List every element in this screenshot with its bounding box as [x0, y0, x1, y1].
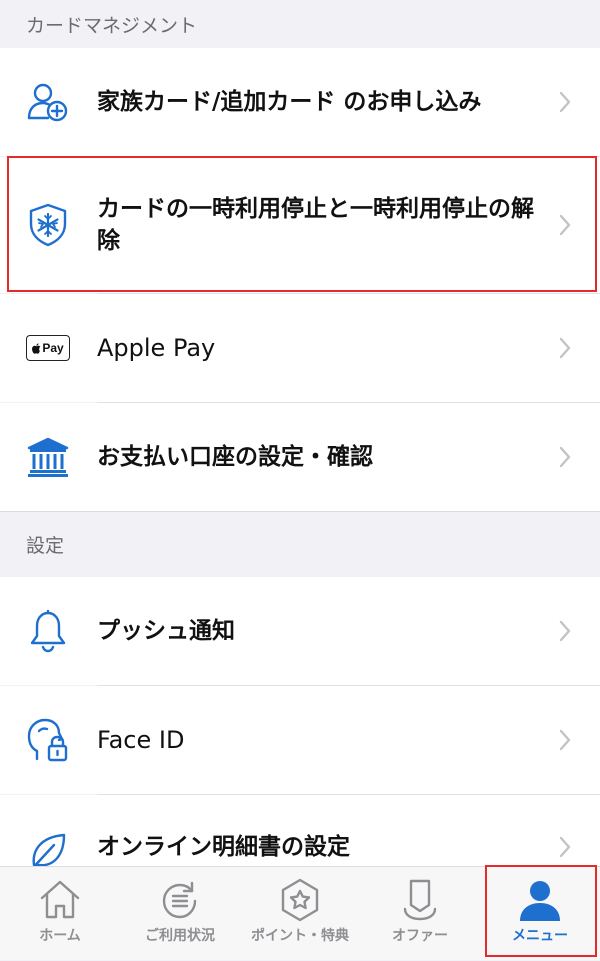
- bell-icon: [24, 607, 72, 655]
- menu-item-label: お支払い口座の設定・確認: [97, 444, 373, 470]
- snowflake-shield-icon: [24, 201, 72, 249]
- bank-icon: [24, 433, 72, 481]
- section-header-card-management: カードマネジメント: [0, 0, 600, 48]
- menu-item-push-notification[interactable]: プッシュ通知: [0, 577, 600, 685]
- menu-item-payment-account[interactable]: お支払い口座の設定・確認: [0, 403, 600, 511]
- tab-label: オファー: [392, 928, 448, 944]
- apple-pay-badge-text: Pay: [42, 341, 64, 355]
- points-star-icon: [281, 878, 319, 922]
- tab-label: ホーム: [39, 928, 81, 944]
- chevron-right-icon: [559, 337, 571, 359]
- chevron-right-icon: [559, 620, 571, 642]
- menu-item-label: オンライン明細書の設定: [97, 834, 350, 860]
- tab-label: ご利用状況: [145, 928, 215, 944]
- menu-item-family-card[interactable]: 家族カード/追加カード のお申し込み: [0, 48, 600, 156]
- usage-icon: [162, 881, 197, 919]
- section-title: カードマネジメント: [26, 14, 198, 37]
- tab-usage[interactable]: ご利用状況: [120, 867, 240, 961]
- menu-item-label: Face ID: [97, 726, 185, 754]
- section-header-settings: 設定: [0, 511, 600, 577]
- menu-item-label: Apple Pay: [97, 334, 216, 362]
- menu-item-label: カードの一時利用停止と一時利用停止の解除: [97, 196, 534, 254]
- tab-offer[interactable]: オファー: [360, 867, 480, 961]
- chevron-right-icon: [559, 91, 571, 113]
- add-user-icon: [24, 78, 72, 126]
- tab-points[interactable]: ポイント・特典: [240, 867, 360, 961]
- menu-item-face-id[interactable]: Face ID: [0, 686, 600, 794]
- tab-bar: ホーム ご利用状況 ポイント・特典 オファー メニュー: [0, 866, 600, 960]
- menu-item-label: プッシュ通知: [97, 618, 235, 644]
- tab-label: ポイント・特典: [251, 928, 349, 944]
- menu-item-card-freeze[interactable]: カードの一時利用停止と一時利用停止の解除: [0, 157, 600, 293]
- menu-item-apple-pay[interactable]: Pay Apple Pay: [0, 294, 600, 402]
- section-title: 設定: [26, 535, 65, 557]
- user-icon: [520, 881, 560, 921]
- menu-item-label: 家族カード/追加カード のお申し込み: [97, 89, 482, 115]
- tab-label: メニュー: [512, 928, 568, 944]
- face-id-icon: [24, 716, 72, 764]
- tab-menu[interactable]: メニュー: [480, 867, 600, 961]
- chevron-right-icon: [559, 214, 571, 236]
- offer-icon: [403, 879, 437, 921]
- chevron-right-icon: [559, 446, 571, 468]
- chevron-right-icon: [559, 729, 571, 751]
- tab-home[interactable]: ホーム: [0, 867, 120, 961]
- chevron-right-icon: [559, 836, 571, 858]
- home-icon: [40, 880, 80, 919]
- apple-pay-icon: Pay: [24, 324, 72, 372]
